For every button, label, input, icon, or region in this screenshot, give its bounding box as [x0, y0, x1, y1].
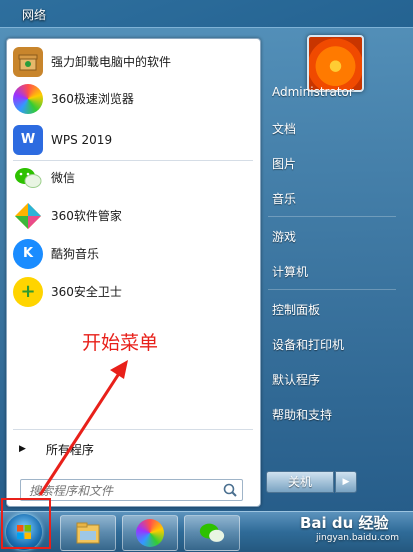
- baidu-watermark: Bai du 经验: [300, 514, 389, 532]
- right-item-music[interactable]: 音乐: [272, 190, 296, 207]
- divider: [13, 429, 253, 430]
- program-label: WPS 2019: [51, 132, 113, 147]
- all-programs-button[interactable]: ▶ 所有程序: [7, 437, 260, 461]
- program-item-360-browser[interactable]: 360极速浏览器: [7, 80, 260, 117]
- folder-icon: [76, 522, 100, 544]
- all-programs-label: 所有程序: [45, 442, 94, 457]
- shutdown-options-button[interactable]: ▶: [335, 471, 357, 493]
- program-item-360-software-manager[interactable]: 360软件管家: [7, 197, 260, 234]
- triangle-right-icon: ▶: [342, 477, 350, 487]
- right-item-default-programs[interactable]: 默认程序: [272, 371, 320, 388]
- search-icon[interactable]: [222, 482, 238, 498]
- right-item-pictures[interactable]: 图片: [272, 155, 296, 172]
- uninstall-box-icon: [13, 46, 43, 77]
- program-item-wechat[interactable]: 微信: [7, 159, 260, 196]
- highlight-box: [1, 498, 51, 549]
- wechat-icon: [13, 163, 43, 193]
- right-item-administrator[interactable]: Administrator: [272, 85, 354, 99]
- shutdown-button[interactable]: 关机: [266, 471, 334, 493]
- taskbar-explorer-button[interactable]: [60, 515, 116, 551]
- program-label: 360极速浏览器: [51, 92, 134, 106]
- wps-icon: W: [13, 124, 43, 155]
- triangle-right-icon: ▶: [19, 444, 26, 454]
- right-item-control-panel[interactable]: 控制面板: [272, 301, 320, 318]
- wechat-icon: [199, 523, 225, 542]
- program-label: 强力卸载电脑中的软件: [51, 55, 172, 69]
- divider: [268, 216, 396, 217]
- 360-security-icon: +: [13, 276, 43, 307]
- program-item-uninstaller[interactable]: 强力卸载电脑中的软件: [7, 43, 260, 80]
- program-item-360-security[interactable]: + 360安全卫士: [7, 273, 260, 310]
- kugou-music-icon: K: [13, 238, 43, 269]
- program-item-wps[interactable]: W WPS 2019: [7, 121, 260, 158]
- annotation-label: 开始菜单: [82, 332, 159, 354]
- right-item-computer[interactable]: 计算机: [272, 263, 308, 280]
- taskbar-wechat-button[interactable]: [184, 515, 240, 551]
- network-label[interactable]: 网络: [22, 6, 46, 23]
- divider: [268, 289, 396, 290]
- program-label: 微信: [51, 171, 76, 185]
- right-item-documents[interactable]: 文档: [272, 120, 296, 137]
- 360-browser-icon: [13, 83, 43, 114]
- program-label: 360软件管家: [51, 209, 122, 223]
- program-label: 酷狗音乐: [51, 247, 100, 261]
- taskbar-360-browser-button[interactable]: [122, 515, 178, 551]
- user-picture[interactable]: [307, 35, 364, 92]
- search-box[interactable]: [20, 479, 243, 501]
- programs-pane: 强力卸载电脑中的软件 360极速浏览器 W WPS 2019 微信 360软件管…: [6, 38, 261, 507]
- 360-browser-icon: [136, 519, 164, 547]
- right-item-help-support[interactable]: 帮助和支持: [272, 406, 332, 423]
- search-input[interactable]: [27, 481, 221, 501]
- start-menu: 强力卸载电脑中的软件 360极速浏览器 W WPS 2019 微信 360软件管…: [0, 27, 413, 512]
- baidu-watermark-url: jingyan.baidu.com: [316, 533, 400, 543]
- right-item-devices-printers[interactable]: 设备和打印机: [272, 336, 344, 353]
- program-label: 360安全卫士: [51, 285, 122, 299]
- right-item-games[interactable]: 游戏: [272, 228, 296, 245]
- program-item-kugou[interactable]: K 酷狗音乐: [7, 235, 260, 272]
- 360-software-manager-icon: [13, 201, 43, 231]
